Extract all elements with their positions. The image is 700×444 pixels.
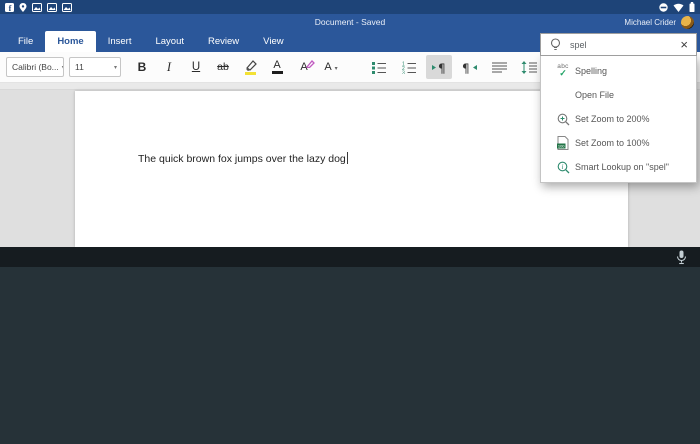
font-name-value: Calibri (Bo... [12,62,59,72]
spelling-icon: abc ✓ [557,63,569,78]
screenshot-icon [32,2,42,12]
underline-button[interactable]: U [183,55,209,79]
close-icon[interactable]: × [680,38,688,51]
lightbulb-icon [550,37,561,52]
tab-layout[interactable]: Layout [143,31,196,52]
menu-item-set-zoom-200[interactable]: Set Zoom to 200% [541,107,696,131]
strikethrough-button[interactable]: ab [210,55,236,79]
align-justify-icon [491,62,507,72]
svg-text:i: i [561,163,563,171]
font-formatting-menu-button[interactable]: A ▾ [318,55,344,79]
screenshot-icon [47,2,57,12]
zoom-magnifier-icon [551,113,575,126]
menu-item-set-zoom-100[interactable]: 100 Set Zoom to 100% [541,131,696,155]
menu-item-spelling[interactable]: abc ✓ Spelling [541,59,696,83]
do-not-disturb-icon [659,2,668,12]
smart-lookup-icon: i [551,161,575,174]
line-spacing-button[interactable] [516,55,542,79]
zoom-100-page-icon: 100 [551,136,575,150]
numbered-list-icon: 1 2 3 [402,61,416,74]
bold-button[interactable]: B [129,55,155,79]
svg-text:100: 100 [558,144,565,149]
align-justify-button[interactable] [486,55,512,79]
svg-text:¶: ¶ [438,61,446,74]
onscreen-keyboard: q1w2e3r4t5y6u7i8o9p0 ⌫ asdfghjkl ↵ ⇧ zxc… [0,247,700,444]
line-spacing-icon [521,60,537,74]
font-size-value: 11 [75,62,84,72]
location-icon [19,2,27,12]
font-color-button[interactable]: A [264,55,290,79]
suggestion-strip[interactable] [0,247,700,267]
svg-text:3: 3 [402,70,405,74]
facebook-icon: f [5,2,14,12]
numbered-list-button[interactable]: 1 2 3 [396,55,422,79]
tab-view[interactable]: View [251,31,295,52]
increase-indent-button[interactable]: ¶ [426,55,452,79]
font-format-group: B I U ab A A A ▾ [129,55,344,79]
system-status-icons [659,2,695,12]
chevron-down-icon: ▾ [59,64,63,71]
menu-item-smart-lookup[interactable]: i Smart Lookup on "spel" [541,155,696,179]
account-name: Michael Crider [624,18,676,27]
tab-review[interactable]: Review [196,31,251,52]
font-color-icon: A [271,59,283,74]
chevron-down-icon: ▾ [113,64,117,71]
microphone-icon[interactable] [676,250,687,270]
bulleted-list-icon [372,61,386,74]
text-effects-icon: A [300,60,315,73]
tell-me-search-box[interactable]: spel × [540,33,697,56]
text-effects-button[interactable]: A [291,55,317,79]
wifi-icon [673,3,684,12]
word-android-screen: f Document - Saved Michael Crider File H… [0,0,700,444]
tab-file[interactable]: File [6,31,45,52]
decrease-indent-icon: ¶ [462,61,477,74]
font-size-select[interactable]: 11 ▾ [69,57,121,77]
notification-icons: f [5,2,72,12]
battery-icon [689,2,695,12]
document-title: Document - Saved [314,17,386,27]
word-title-bar: Document - Saved Michael Crider [0,14,700,31]
android-status-bar: f [0,0,700,14]
avatar[interactable] [681,16,694,29]
svg-text:f: f [9,4,12,12]
screenshot-icon [62,2,72,12]
decrease-indent-button[interactable]: ¶ [456,55,482,79]
search-input[interactable]: spel [570,40,587,50]
highlight-color-button[interactable] [237,55,263,79]
bulleted-list-button[interactable] [366,55,392,79]
increase-indent-icon: ¶ [431,61,446,74]
font-menu-icon: A ▾ [324,61,338,73]
tab-home[interactable]: Home [45,31,96,52]
text-cursor [346,152,348,164]
document-text[interactable]: The quick brown fox jumps over the lazy … [138,152,348,165]
highlighter-icon [244,60,257,75]
account-area[interactable]: Michael Crider [624,16,694,29]
menu-item-open-file[interactable]: Open File [541,83,696,107]
tab-insert[interactable]: Insert [96,31,144,52]
tell-me-results-panel: abc ✓ Spelling Open File Set Zoom to 200%… [540,56,697,183]
italic-button[interactable]: I [156,55,182,79]
svg-text:¶: ¶ [462,61,470,74]
font-name-select[interactable]: Calibri (Bo... ▾ [6,57,64,77]
